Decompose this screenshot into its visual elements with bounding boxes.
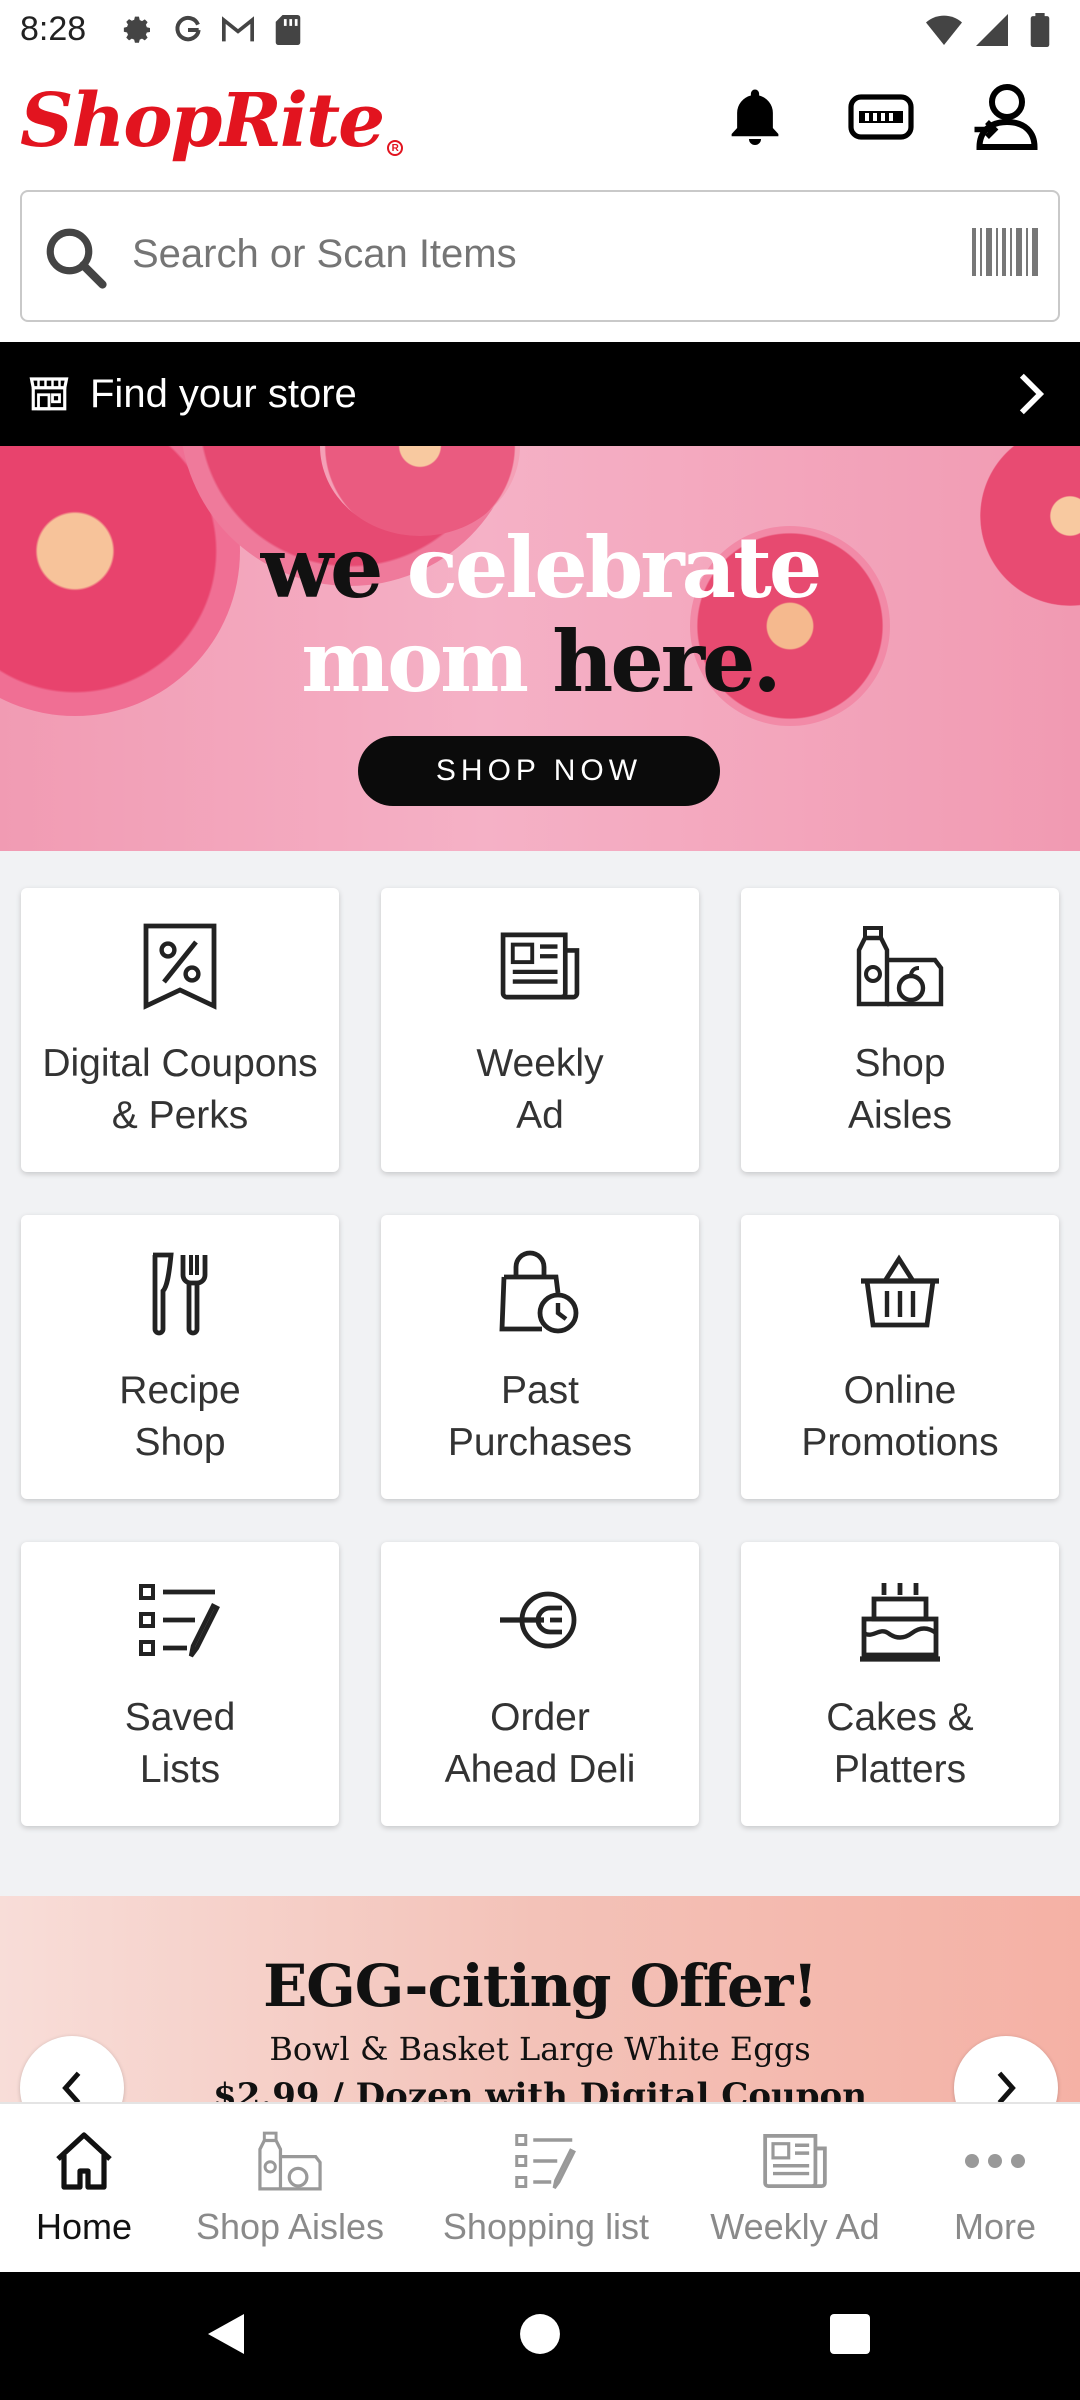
- shop-now-button[interactable]: SHOP NOW: [358, 736, 720, 806]
- gmail-icon: [220, 12, 256, 48]
- tile-label: Promotions: [801, 1421, 999, 1464]
- tile-label: Aisles: [847, 1094, 953, 1137]
- groceries-icon: [255, 2126, 325, 2196]
- signal-icon: [974, 12, 1010, 48]
- recents-button[interactable]: [820, 2306, 880, 2366]
- deli-icon: [381, 1572, 699, 1668]
- list-icon: [511, 2126, 581, 2196]
- nav-shop-aisles[interactable]: Shop Aisles: [190, 2104, 390, 2274]
- cake-icon: [741, 1572, 1059, 1668]
- banner-headline-2: mom here.: [301, 612, 782, 711]
- basket-icon: [741, 1245, 1059, 1341]
- tile-label: Past: [500, 1369, 580, 1412]
- groceries-icon: [741, 918, 1059, 1014]
- status-bar: 8:28: [0, 0, 1080, 62]
- loyalty-card-button[interactable]: [846, 84, 916, 154]
- nav-more[interactable]: More: [930, 2104, 1060, 2274]
- home-circle-icon: [519, 2313, 561, 2360]
- more-icon: [960, 2126, 1030, 2196]
- tile-saved-lists[interactable]: Saved Lists: [21, 1542, 339, 1826]
- bottom-nav: Home Shop Aisles Shopping list Weekly Ad…: [0, 2102, 1080, 2272]
- chevron-left-icon: [59, 2070, 85, 2102]
- tile-label: Shop: [854, 1042, 946, 1085]
- system-nav-bar: [0, 2272, 1080, 2400]
- newspaper-icon: [760, 2126, 830, 2196]
- search-input[interactable]: Search or Scan Items: [132, 232, 517, 277]
- tile-online-promotions[interactable]: Online Promotions: [741, 1215, 1059, 1499]
- battery-icon: [1022, 12, 1058, 48]
- promo-title: EGG-citing Offer!: [263, 1952, 818, 2020]
- tile-recipe-shop[interactable]: Recipe Shop: [21, 1215, 339, 1499]
- sd-card-icon: [270, 12, 306, 48]
- nav-label: More: [953, 2206, 1037, 2247]
- tile-label: Shop: [134, 1421, 226, 1464]
- storefront-icon: [28, 372, 72, 416]
- notifications-button[interactable]: [720, 84, 790, 154]
- tile-label: Saved: [124, 1696, 236, 1739]
- coupon-icon: [21, 918, 339, 1014]
- tile-label: Order: [490, 1696, 590, 1739]
- tile-shop-aisles[interactable]: Shop Aisles: [741, 888, 1059, 1172]
- nav-label: Weekly Ad: [710, 2206, 880, 2247]
- promo-price: $2.99 / Dozen with Digital Coupon: [213, 2076, 867, 2102]
- egg-offer-banner[interactable]: EGG-citing Offer! Bowl & Basket Large Wh…: [0, 1896, 1080, 2102]
- nav-home[interactable]: Home: [24, 2104, 144, 2274]
- newspaper-icon: [381, 918, 699, 1014]
- status-time: 8:28: [20, 10, 87, 48]
- tile-label: Recipe: [119, 1369, 241, 1412]
- bag-clock-icon: [381, 1245, 699, 1341]
- tile-label: Ad: [516, 1094, 564, 1137]
- tile-order-ahead-deli[interactable]: Order Ahead Deli: [381, 1542, 699, 1826]
- tile-label: Online: [843, 1369, 957, 1412]
- home-system-button[interactable]: [510, 2306, 570, 2366]
- nav-shopping-list[interactable]: Shopping list: [436, 2104, 656, 2274]
- utensils-icon: [21, 1245, 339, 1341]
- nav-label: Shopping list: [442, 2206, 650, 2247]
- account-icon: [972, 82, 1042, 157]
- chevron-right-icon: [1014, 372, 1054, 416]
- nav-label: Shop Aisles: [195, 2206, 385, 2247]
- wifi-icon: [926, 12, 962, 48]
- mothers-day-banner[interactable]: we celebrate mom here. SHOP NOW: [0, 446, 1080, 851]
- find-store-bar[interactable]: Find your store: [0, 342, 1080, 446]
- registered-mark: R: [387, 140, 404, 156]
- bell-icon: [722, 84, 788, 155]
- tile-label: Platters: [833, 1748, 967, 1791]
- search-bar[interactable]: Search or Scan Items: [20, 190, 1060, 322]
- banner-headline-1: we celebrate: [260, 518, 823, 617]
- tile-weekly-ad[interactable]: Weekly Ad: [381, 888, 699, 1172]
- tile-label: Lists: [139, 1748, 221, 1791]
- tile-past-purchases[interactable]: Past Purchases: [381, 1215, 699, 1499]
- find-store-label: Find your store: [90, 372, 357, 416]
- tile-label: & Perks: [111, 1094, 249, 1137]
- back-triangle-icon: [204, 2312, 248, 2361]
- nav-label: Home: [35, 2206, 133, 2247]
- tile-label: Digital Coupons: [42, 1042, 318, 1085]
- tile-cakes-platters[interactable]: Cakes & Platters: [741, 1542, 1059, 1826]
- promo-subtitle: Bowl & Basket Large White Eggs: [269, 2030, 811, 2068]
- recents-square-icon: [830, 2313, 870, 2359]
- quick-access-grid: Digital Coupons & Perks Weekly Ad Shop A…: [0, 851, 1080, 1896]
- tile-label: Ahead Deli: [444, 1748, 636, 1791]
- search-icon: [42, 224, 112, 294]
- account-button[interactable]: [972, 82, 1042, 157]
- barcode-scan-icon[interactable]: [972, 228, 1038, 288]
- tile-label: Cakes &: [826, 1696, 974, 1739]
- google-icon: [170, 12, 206, 48]
- home-icon: [49, 2126, 119, 2196]
- card-icon: [847, 91, 915, 148]
- tile-label: Purchases: [447, 1421, 633, 1464]
- list-icon: [21, 1572, 339, 1668]
- shoprite-logo[interactable]: ShopRite R: [20, 78, 404, 164]
- tile-digital-coupons[interactable]: Digital Coupons & Perks: [21, 888, 339, 1172]
- app-header: ShopRite R: [0, 62, 1080, 187]
- chevron-right-icon: [993, 2070, 1019, 2102]
- tile-label: Weekly: [476, 1042, 604, 1085]
- back-button[interactable]: [196, 2306, 256, 2366]
- settings-icon: [120, 12, 156, 48]
- nav-weekly-ad[interactable]: Weekly Ad: [700, 2104, 890, 2274]
